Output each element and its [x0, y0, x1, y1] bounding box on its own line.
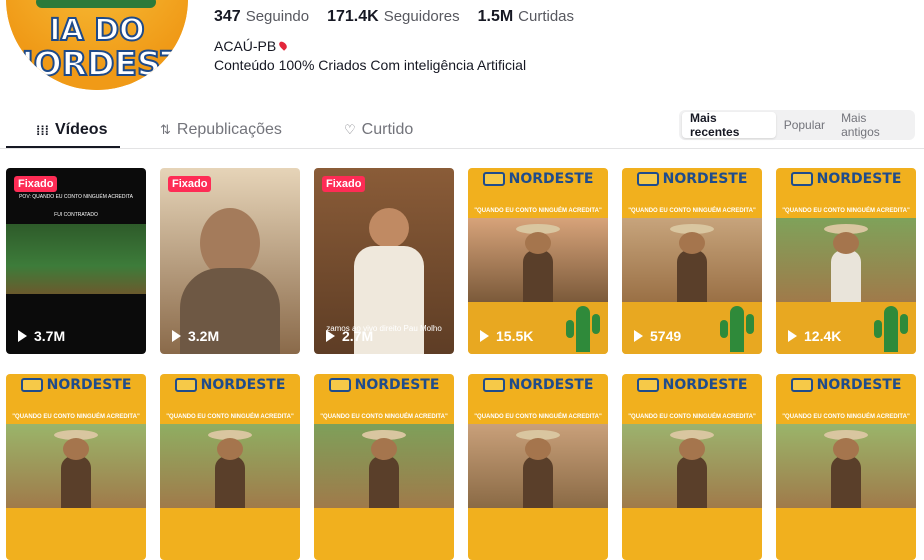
- brand-header: NORDESTE: [622, 374, 762, 396]
- play-icon: [326, 330, 335, 342]
- view-count: 3.7M: [18, 328, 65, 344]
- video-card[interactable]: NORDESTE "QUANDO EU CONTO NINGUÉM ACREDI…: [622, 374, 762, 560]
- video-card[interactable]: Fixado 3.2M: [160, 168, 300, 354]
- brand-header: NORDESTE: [776, 374, 916, 396]
- video-caption: POV: QUANDO EU CONTO NINGUÉM ACREDITA: [19, 194, 133, 200]
- avatar-logo-line2: NORDESTE: [6, 43, 188, 84]
- video-subcaption: FUI CONTRATADO: [54, 212, 98, 218]
- brand-header: NORDESTE: [6, 374, 146, 396]
- profile-location: ACAÚ-PB: [214, 38, 289, 54]
- profile-bio: Conteúdo 100% Criados Com inteligência A…: [214, 57, 527, 73]
- smile-logo-icon: [328, 378, 351, 392]
- cactus-icon: [874, 306, 908, 352]
- video-subtitle: "QUANDO EU CONTO NINGUÉM ACREDITA": [166, 414, 294, 420]
- play-icon: [634, 330, 643, 342]
- play-icon: [172, 330, 181, 342]
- view-count: 2.7M: [326, 328, 373, 344]
- sort-popular[interactable]: Popular: [776, 112, 833, 138]
- video-card[interactable]: NORDESTE "QUANDO EU CONTO NINGUÉM ACREDI…: [776, 374, 916, 560]
- cactus-icon: [720, 306, 754, 352]
- view-count: 5749: [634, 328, 681, 344]
- video-card[interactable]: NORDESTE "QUANDO EU CONTO NINGUÉM ACREDI…: [468, 374, 608, 560]
- brand-header: NORDESTE: [468, 168, 608, 190]
- brand-header: NORDESTE: [776, 168, 916, 190]
- stat-following[interactable]: 347 Seguindo: [214, 8, 309, 26]
- cactus-icon: [566, 306, 600, 352]
- video-subtitle: "QUANDO EU CONTO NINGUÉM ACREDITA": [320, 414, 448, 420]
- smile-logo-icon: [482, 378, 505, 392]
- pinned-badge: Fixado: [14, 176, 58, 192]
- brand-header: NORDESTE: [160, 374, 300, 396]
- play-icon: [788, 330, 797, 342]
- video-card[interactable]: NORDESTE "QUANDO EU CONTO NINGUÉM ACREDI…: [622, 168, 762, 354]
- video-card[interactable]: NORDESTE "QUANDO EU CONTO NINGUÉM ACREDI…: [776, 168, 916, 354]
- smile-logo-icon: [20, 378, 43, 392]
- profile-avatar[interactable]: IA DO NORDESTE: [6, 0, 188, 90]
- video-subtitle: "QUANDO EU CONTO NINGUÉM ACREDITA": [628, 414, 756, 420]
- video-subtitle: "QUANDO EU CONTO NINGUÉM ACREDITA": [628, 208, 756, 214]
- video-subtitle: "QUANDO EU CONTO NINGUÉM ACREDITA": [474, 208, 602, 214]
- tab-liked[interactable]: ♡ Curtido: [344, 112, 413, 148]
- video-thumbnail: [776, 218, 916, 302]
- sort-recent[interactable]: Mais recentes: [682, 111, 776, 139]
- smile-logo-icon: [636, 172, 659, 186]
- video-thumbnail: [6, 424, 146, 508]
- brand-header: NORDESTE: [622, 168, 762, 190]
- video-card[interactable]: POV: QUANDO EU CONTO NINGUÉM ACREDITA FU…: [6, 168, 146, 354]
- stat-followers[interactable]: 171.4K Seguidores: [327, 8, 459, 26]
- tab-videos[interactable]: ⁞⁞⁞ Vídeos: [36, 112, 107, 148]
- video-thumbnail: [160, 424, 300, 508]
- avatar-decoration: [36, 0, 156, 8]
- stat-likes: 1.5M Curtidas: [477, 8, 575, 25]
- video-card[interactable]: zamos ao vivo direito Pau Molho Fixado 2…: [314, 168, 454, 354]
- smile-logo-icon: [636, 378, 659, 392]
- avatar-logo-line1: IA DO: [48, 12, 145, 49]
- location-pin-icon: [277, 40, 289, 51]
- view-count: 3.2M: [172, 328, 219, 344]
- video-subtitle: "QUANDO EU CONTO NINGUÉM ACREDITA": [12, 414, 140, 420]
- tab-reposts[interactable]: ⇅ Republicações: [160, 112, 282, 148]
- video-thumbnail: [622, 424, 762, 508]
- video-thumbnail: [776, 424, 916, 508]
- video-card[interactable]: NORDESTE "QUANDO EU CONTO NINGUÉM ACREDI…: [160, 374, 300, 560]
- video-card[interactable]: NORDESTE "QUANDO EU CONTO NINGUÉM ACREDI…: [468, 168, 608, 354]
- heart-icon: ♡: [344, 122, 356, 137]
- play-icon: [480, 330, 489, 342]
- video-thumbnail: [369, 208, 409, 248]
- video-card[interactable]: NORDESTE "QUANDO EU CONTO NINGUÉM ACREDI…: [314, 374, 454, 560]
- pinned-badge: Fixado: [322, 176, 366, 192]
- sort-toggle: Mais recentes Popular Mais antigos: [679, 110, 915, 140]
- sort-oldest[interactable]: Mais antigos: [833, 111, 915, 139]
- video-subtitle: "QUANDO EU CONTO NINGUÉM ACREDITA": [474, 414, 602, 420]
- tab-active-indicator: [6, 146, 120, 148]
- view-count: 12.4K: [788, 328, 841, 344]
- smile-logo-icon: [174, 378, 197, 392]
- video-thumbnail: [6, 224, 146, 294]
- video-thumbnail: [314, 424, 454, 508]
- profile-stats: 347 Seguindo 171.4K Seguidores 1.5M Curtida…: [214, 8, 574, 26]
- smile-logo-icon: [790, 378, 813, 392]
- play-icon: [18, 330, 27, 342]
- smile-logo-icon: [790, 172, 813, 186]
- repost-icon: ⇅: [160, 122, 171, 137]
- video-thumbnail: [468, 218, 608, 302]
- video-card[interactable]: NORDESTE "QUANDO EU CONTO NINGUÉM ACREDI…: [6, 374, 146, 560]
- video-thumbnail: [468, 424, 608, 508]
- brand-header: NORDESTE: [468, 374, 608, 396]
- smile-logo-icon: [482, 172, 505, 186]
- pinned-badge: Fixado: [168, 176, 212, 192]
- grid-icon: ⁞⁞⁞: [36, 122, 49, 138]
- video-subtitle: "QUANDO EU CONTO NINGUÉM ACREDITA": [782, 208, 910, 214]
- brand-header: NORDESTE: [314, 374, 454, 396]
- video-thumbnail: [622, 218, 762, 302]
- view-count: 15.5K: [480, 328, 533, 344]
- video-subtitle: "QUANDO EU CONTO NINGUÉM ACREDITA": [782, 414, 910, 420]
